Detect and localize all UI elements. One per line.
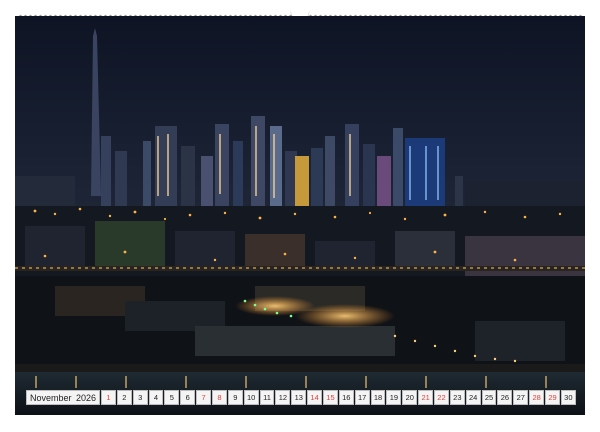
day-cell: 10 (243, 390, 259, 405)
month-name: November (30, 392, 72, 403)
day-cell: 1 (101, 390, 116, 405)
day-cell: 20 (402, 390, 418, 405)
day-cell: 2 (116, 390, 132, 405)
day-cell: 27 (513, 390, 529, 405)
day-cell: 7 (196, 390, 212, 405)
day-cell: 21 (418, 390, 434, 405)
day-cell: 12 (275, 390, 291, 405)
day-cell: 24 (465, 390, 481, 405)
day-cell: 29 (545, 390, 560, 405)
day-cell: 4 (148, 390, 164, 405)
day-cell: 11 (259, 390, 275, 405)
day-cell: 30 (560, 390, 576, 405)
day-cell: 3 (132, 390, 148, 405)
day-cell: 23 (449, 390, 465, 405)
calendar-photo (15, 16, 585, 415)
day-cell: 25 (481, 390, 497, 405)
day-cell: 13 (291, 390, 307, 405)
day-cell: 22 (434, 390, 449, 405)
month-label: November 2026 (26, 390, 100, 405)
year-label: 2026 (75, 392, 96, 403)
city-skyline-image (15, 16, 585, 415)
day-cell: 14 (307, 390, 323, 405)
day-cell: 5 (164, 390, 180, 405)
day-cell: 26 (497, 390, 513, 405)
day-cell: 15 (323, 390, 338, 405)
day-cell: 16 (338, 390, 354, 405)
day-cell: 8 (212, 390, 227, 405)
calendar-strip: November 2026 1 2 3 4 5 6 7 8 9 10 11 12… (26, 390, 576, 405)
day-cell: 9 (227, 390, 243, 405)
day-cell: 17 (354, 390, 370, 405)
day-cell: 28 (529, 390, 545, 405)
day-cell: 19 (386, 390, 402, 405)
day-cell: 6 (180, 390, 196, 405)
day-cell: 18 (370, 390, 386, 405)
